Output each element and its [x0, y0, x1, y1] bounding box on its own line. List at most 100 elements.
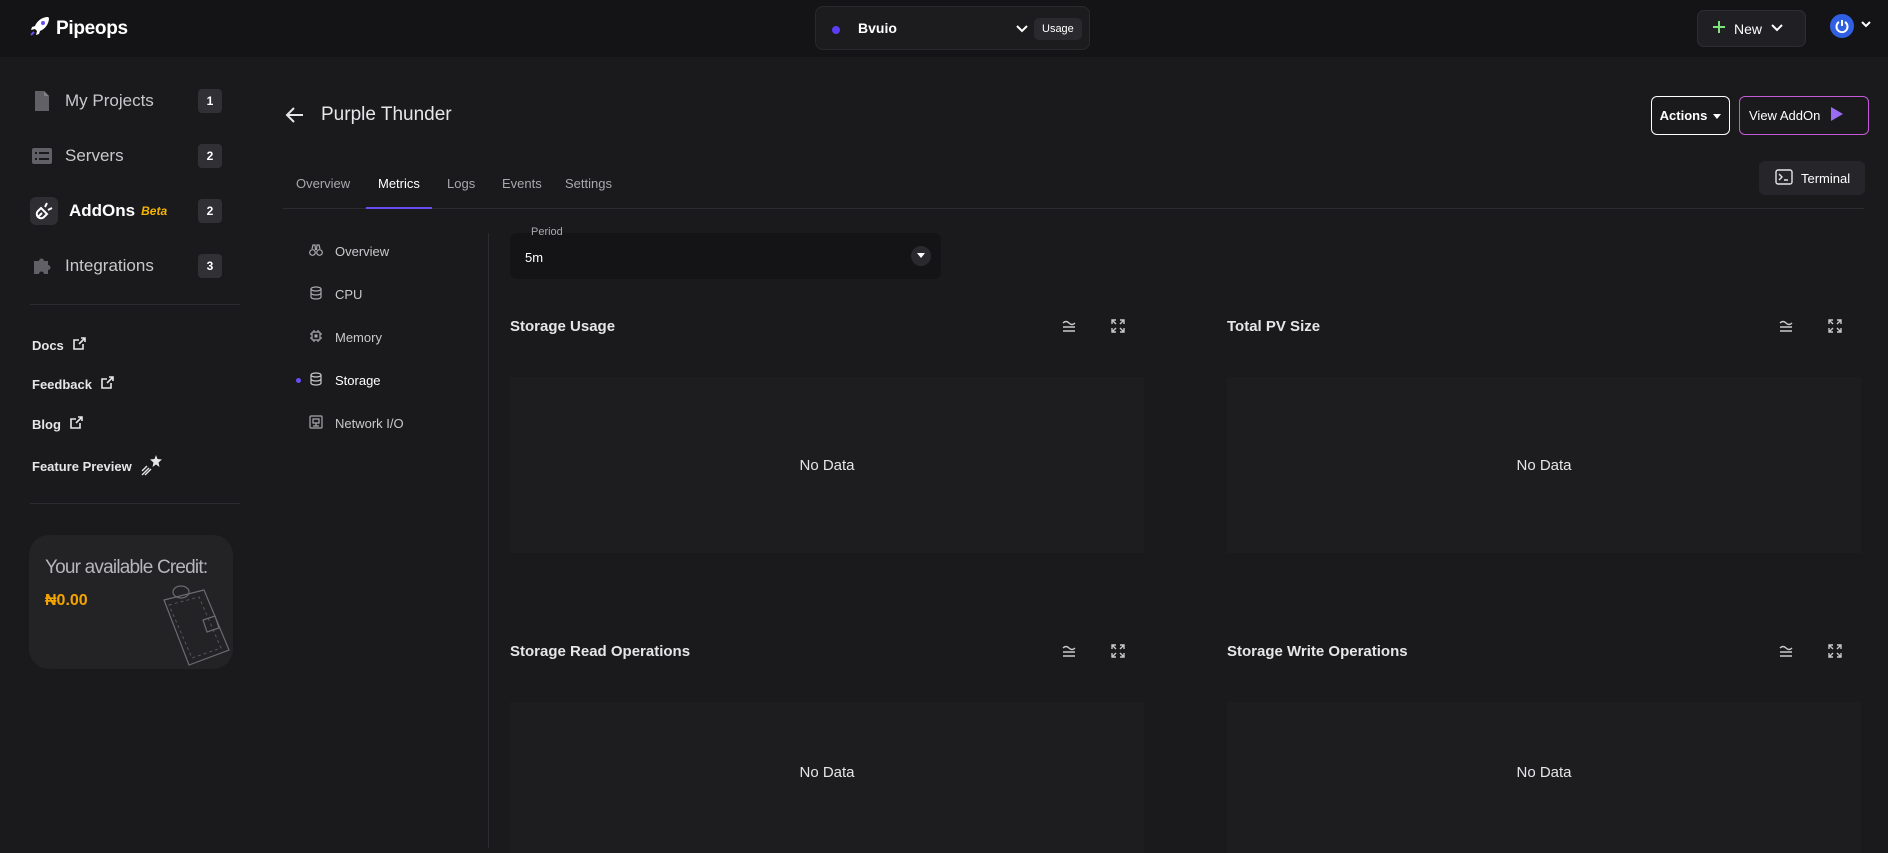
- sidebar-divider: [30, 503, 240, 504]
- external-link-icon: [72, 336, 87, 354]
- view-addon-button[interactable]: View AddOn: [1739, 96, 1869, 135]
- tab-logs[interactable]: Logs: [447, 176, 475, 209]
- project-status-dot: [832, 26, 840, 34]
- new-button-label: New: [1734, 20, 1763, 37]
- new-button[interactable]: New: [1697, 10, 1806, 47]
- tab-events[interactable]: Events: [502, 176, 542, 209]
- logo[interactable]: Pipeops: [28, 14, 128, 43]
- panel-title: Storage Read Operations: [510, 643, 691, 660]
- page-title: Purple Thunder: [321, 104, 452, 125]
- server-icon: [30, 144, 54, 168]
- chevron-down-icon: [1860, 17, 1872, 35]
- panel-toolbar: [1061, 643, 1126, 664]
- logo-text: Pipeops: [56, 17, 128, 39]
- sidebar-item-my-projects[interactable]: My Projects 1: [30, 84, 222, 118]
- no-data-text: No Data: [799, 456, 855, 474]
- metrics-menu-network-io[interactable]: Network I/O: [309, 415, 404, 432]
- tab-settings[interactable]: Settings: [565, 176, 612, 209]
- legend-toggle-icon[interactable]: [1778, 318, 1794, 339]
- external-link-icon: [100, 375, 115, 393]
- metrics-menu-label: CPU: [335, 287, 363, 302]
- sidebar-item-integrations[interactable]: Integrations 3: [30, 249, 222, 283]
- expand-icon[interactable]: [1827, 643, 1843, 664]
- actions-button[interactable]: Actions: [1651, 96, 1730, 135]
- no-data-text: No Data: [1516, 764, 1572, 781]
- metrics-menu-memory[interactable]: Memory: [309, 329, 382, 346]
- docs-link[interactable]: Docs: [32, 336, 87, 354]
- panel-toolbar: [1778, 643, 1843, 664]
- blog-link[interactable]: Blog: [32, 415, 84, 433]
- feedback-link-label: Feedback: [32, 376, 92, 392]
- project-switcher[interactable]: Bvuio Usage: [815, 6, 1090, 50]
- database-icon: [309, 286, 323, 303]
- submenu-divider: [488, 233, 489, 848]
- count-badge: 2: [198, 144, 222, 168]
- metrics-menu-cpu[interactable]: CPU: [309, 286, 362, 303]
- chart-area: No Data: [1227, 702, 1861, 853]
- period-select[interactable]: Period 5m: [510, 226, 941, 279]
- shooting-star-icon: [140, 453, 164, 480]
- sidebar-item-label: My Projects: [65, 91, 154, 110]
- tab-overview[interactable]: Overview: [296, 176, 350, 209]
- credit-value: ₦0.00: [45, 592, 88, 609]
- blog-link-label: Blog: [32, 416, 61, 432]
- no-data-text: No Data: [799, 764, 855, 781]
- caret-down-icon[interactable]: [911, 246, 931, 266]
- metrics-menu-label: Memory: [335, 330, 382, 345]
- sidebar-item-label: Integrations: [65, 256, 154, 275]
- power-icon: [1830, 14, 1854, 38]
- top-bar: Pipeops Bvuio Usage New: [0, 0, 1888, 57]
- feature-preview-label: Feature Preview: [32, 459, 132, 474]
- feedback-link[interactable]: Feedback: [32, 375, 115, 393]
- tab-bar: Overview Metrics Logs Events Settings: [283, 168, 1864, 209]
- user-menu-button[interactable]: [1830, 14, 1872, 38]
- sidebar-item-label: AddOns: [69, 201, 136, 220]
- legend-toggle-icon[interactable]: [1778, 643, 1794, 664]
- expand-icon[interactable]: [1827, 318, 1843, 339]
- feature-preview-link[interactable]: Feature Preview: [32, 453, 164, 480]
- panel-title: Storage Usage: [510, 318, 616, 335]
- period-label: Period: [531, 226, 563, 238]
- beta-badge: Beta: [141, 204, 168, 218]
- sidebar: My Projects 1 Servers 2 AddOns Beta 2 In…: [0, 57, 240, 853]
- binoculars-icon: [309, 243, 323, 260]
- tab-metrics[interactable]: Metrics: [366, 176, 432, 209]
- panel-title: Storage Write Operations: [1227, 643, 1408, 660]
- period-value: 5m: [525, 250, 544, 265]
- caret-down-icon: [1713, 108, 1722, 123]
- view-addon-label: View AddOn: [1749, 108, 1821, 123]
- metrics-menu-label: Overview: [335, 244, 390, 259]
- back-arrow-icon[interactable]: [285, 104, 305, 131]
- file-icon: [30, 89, 54, 113]
- docs-link-label: Docs: [32, 337, 64, 353]
- terminal-icon: [1775, 168, 1793, 188]
- sidebar-divider: [30, 304, 240, 305]
- chart-area: No Data: [1227, 377, 1861, 553]
- legend-toggle-icon[interactable]: [1061, 318, 1077, 339]
- sidebar-item-servers[interactable]: Servers 2: [30, 139, 222, 173]
- sidebar-item-label: Servers: [65, 146, 124, 165]
- terminal-button-label: Terminal: [1801, 170, 1851, 186]
- count-badge: 3: [198, 254, 222, 278]
- expand-icon[interactable]: [1110, 318, 1126, 339]
- usage-button[interactable]: Usage: [1034, 18, 1082, 40]
- chart-area: No Data: [510, 702, 1144, 853]
- puzzle-icon: [30, 254, 54, 278]
- expand-icon[interactable]: [1110, 643, 1126, 664]
- external-link-icon: [69, 415, 84, 433]
- database-icon: [309, 372, 323, 389]
- chevron-down-icon[interactable]: [1014, 18, 1030, 43]
- metrics-menu-label: Storage: [335, 373, 381, 388]
- legend-toggle-icon[interactable]: [1061, 643, 1077, 664]
- rocket-logo-icon: [28, 14, 52, 43]
- plug-icon: [30, 197, 58, 225]
- network-icon: [309, 415, 323, 432]
- terminal-button[interactable]: Terminal: [1759, 161, 1865, 195]
- chip-icon: [309, 329, 323, 346]
- project-name: Bvuio: [858, 20, 897, 36]
- metrics-menu-storage[interactable]: Storage: [309, 372, 381, 389]
- actions-button-label: Actions: [1659, 108, 1708, 123]
- count-badge: 2: [198, 199, 222, 223]
- sidebar-item-addons[interactable]: AddOns Beta 2: [30, 194, 222, 228]
- metrics-menu-overview[interactable]: Overview: [309, 243, 389, 260]
